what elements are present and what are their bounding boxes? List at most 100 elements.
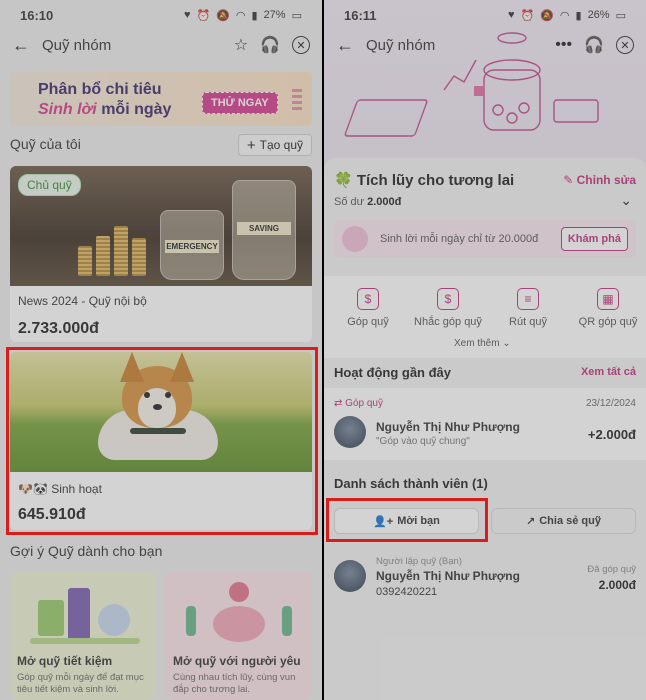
edit-fund-link[interactable]: ✎ Chỉnh sửa — [563, 173, 636, 187]
wifi-icon: ◠ — [235, 9, 246, 22]
signal-icon: ▮ — [575, 9, 582, 22]
heart-icon: ♥ — [507, 9, 515, 21]
wifi-icon: ◠ — [559, 9, 570, 22]
chevron-down-icon[interactable]: ⌄ — [620, 192, 632, 209]
avatar — [334, 560, 366, 592]
fund-name: News 2024 - Quỹ nội bộ — [18, 294, 147, 308]
chevron-down-icon: ⌄ — [502, 338, 511, 349]
back-arrow-icon[interactable]: ← — [12, 35, 32, 56]
status-icons: ♥ ⏰ 🔕 ◠ ▮ 26% ▭ — [508, 9, 626, 22]
edit-label: Chỉnh sửa — [576, 173, 636, 187]
more-options-icon[interactable]: ••• — [555, 36, 572, 54]
suggestions-title: Gợi ý Quỹ dành cho bạn — [10, 543, 163, 559]
action-qr[interactable]: ▦ QR góp quỹ — [568, 288, 646, 328]
banner-line2: Sinh lời mỗi ngày — [38, 101, 171, 119]
page-title: Quỹ nhóm — [366, 36, 436, 54]
close-icon[interactable]: ✕ — [292, 36, 310, 54]
share-fund-button[interactable]: ↗ Chia sẻ quỹ — [491, 508, 636, 534]
explore-button[interactable]: Khám phá — [560, 227, 628, 251]
action-withdraw[interactable]: ≡ Rút quỹ — [488, 288, 568, 328]
support-headset-icon[interactable]: 🎧 — [260, 35, 280, 55]
action-remind[interactable]: $ Nhắc góp quỹ — [408, 288, 488, 328]
see-all-link[interactable]: Xem tất cả — [581, 366, 636, 378]
status-bar: 16:11 ♥ ⏰ 🔕 ◠ ▮ 26% ▭ — [324, 0, 646, 30]
try-now-button[interactable]: THỬ NGAY — [202, 92, 278, 114]
create-fund-label: Tạo quỹ — [259, 138, 303, 152]
action-label: Nhắc góp quỹ — [414, 316, 482, 328]
member-row[interactable]: Người lập quỹ (Bạn) Nguyễn Thị Như Phượn… — [324, 550, 646, 610]
battery-text: 26% — [587, 9, 610, 21]
mute-icon: 🔕 — [540, 9, 554, 22]
highlight-box — [326, 498, 488, 542]
activity-tag-label: Góp quỹ — [345, 398, 383, 409]
plus-icon: + — [246, 136, 256, 154]
fund-cover-image: EMERGENCY SAVING Chủ quỹ — [10, 166, 312, 286]
activity-note: "Góp vào quỹ chung" — [376, 436, 470, 447]
support-headset-icon[interactable]: 🎧 — [584, 35, 604, 55]
see-more-label: Xem thêm — [454, 338, 500, 349]
status-time: 16:10 — [20, 7, 54, 23]
header-bar: ← Quỹ nhóm ••• 🎧 ✕ — [324, 30, 646, 60]
promo-banner[interactable]: Phân bổ chi tiêu Sinh lời mỗi ngày THỬ N… — [10, 72, 312, 126]
coin-stack — [114, 226, 128, 276]
activity-user-name: Nguyễn Thị Như Phượng — [376, 420, 520, 434]
share-label: Chia sẻ quỹ — [539, 515, 601, 527]
action-contribute[interactable]: $ Góp quỹ — [328, 288, 408, 328]
my-funds-title: Quỹ của tôi — [10, 136, 81, 152]
banner-decoration — [292, 86, 302, 110]
fund-card[interactable]: EMERGENCY SAVING Chủ quỹ News 2024 - Quỹ… — [10, 166, 312, 342]
member-list-title: Danh sách thành viên (1) — [334, 476, 488, 491]
activity-tag: ⇄ Góp quỹ — [334, 398, 383, 409]
banner-line2-highlight: Sinh lời — [38, 101, 97, 118]
jar-label: EMERGENCY — [165, 239, 219, 253]
header-bar: ← Quỹ nhóm ☆ 🎧 ✕ — [0, 30, 322, 60]
battery-icon: ▭ — [291, 9, 302, 22]
battery-text: 27% — [263, 9, 286, 21]
suggestion-title: Mở quỹ với người yêu — [173, 654, 301, 668]
status-icons: ♥ ⏰ 🔕 ◠ ▮ 27% ▭ — [184, 9, 302, 22]
qr-icon: ▦ — [597, 288, 619, 310]
close-icon[interactable]: ✕ — [616, 36, 634, 54]
action-label: Góp quỹ — [347, 316, 389, 328]
edit-icon: ✎ — [563, 173, 574, 187]
avatar — [334, 416, 366, 448]
owner-badge: Chủ quỹ — [18, 174, 81, 196]
create-fund-button[interactable]: + Tạo quỹ — [237, 134, 312, 156]
recent-activity-title: Hoạt động gần đây — [334, 365, 451, 380]
see-more-toggle[interactable]: Xem thêm ⌄ — [454, 338, 511, 349]
banner-line1: Phân bổ chi tiêu — [38, 81, 162, 98]
member-role: Người lập quỹ (Bạn) — [376, 556, 462, 567]
signal-icon: ▮ — [251, 9, 258, 22]
member-contrib-amount: 2.000đ — [598, 578, 636, 592]
coin-stack — [96, 236, 110, 276]
alarm-icon: ⏰ — [196, 9, 211, 22]
fund-title: 🍀 Tích lũy cho tương lai — [334, 172, 515, 189]
banner-line2-rest: mỗi ngày — [96, 101, 172, 118]
suggestion-card-couple[interactable]: Mở quỹ với người yêu Cùng nhau tích lũy,… — [166, 572, 312, 700]
activity-item[interactable]: ⇄ Góp quỹ 23/12/2024 Nguyễn Thị Như Phượ… — [324, 388, 646, 460]
back-arrow-icon[interactable]: ← — [336, 35, 356, 56]
money-hand-icon: $ — [357, 288, 379, 310]
balance-label: Số dư — [334, 196, 364, 208]
jar-emergency: EMERGENCY — [160, 210, 224, 280]
contribute-icon: ⇄ — [334, 398, 343, 409]
activity-amount: +2.000đ — [587, 427, 636, 442]
interest-promo-icon — [342, 226, 368, 252]
interest-promo: Sinh lời mỗi ngày chỉ từ 20.000đ Khám ph… — [334, 220, 636, 258]
suggestion-desc: Góp quỹ mỗi ngày để đạt mục tiêu tiết ki… — [17, 672, 144, 695]
mute-icon: 🔕 — [216, 9, 230, 22]
balance-row: Số dư 2.000đ — [334, 196, 401, 208]
action-label: Rút quỹ — [509, 316, 547, 328]
suggestion-card-savings[interactable]: Mở quỹ tiết kiệm Góp quỹ mỗi ngày để đạt… — [10, 572, 156, 700]
coin-stack — [78, 246, 92, 276]
fund-amount: 2.733.000đ — [18, 320, 99, 337]
highlight-box — [6, 347, 318, 535]
heart-icon: ♥ — [183, 9, 191, 21]
battery-icon: ▭ — [615, 9, 626, 22]
star-icon[interactable]: ☆ — [234, 35, 248, 55]
status-bar: 16:10 ♥ ⏰ 🔕 ◠ ▮ 27% ▭ — [0, 0, 322, 30]
left-screen: 16:10 ♥ ⏰ 🔕 ◠ ▮ 27% ▭ ← Quỹ nhóm ☆ 🎧 ✕ P… — [0, 0, 322, 700]
promo-text: Sinh lời mỗi ngày chỉ từ 20.000đ — [380, 233, 539, 245]
member-phone: 0392420221 — [376, 586, 438, 598]
coin-stack — [132, 238, 146, 276]
